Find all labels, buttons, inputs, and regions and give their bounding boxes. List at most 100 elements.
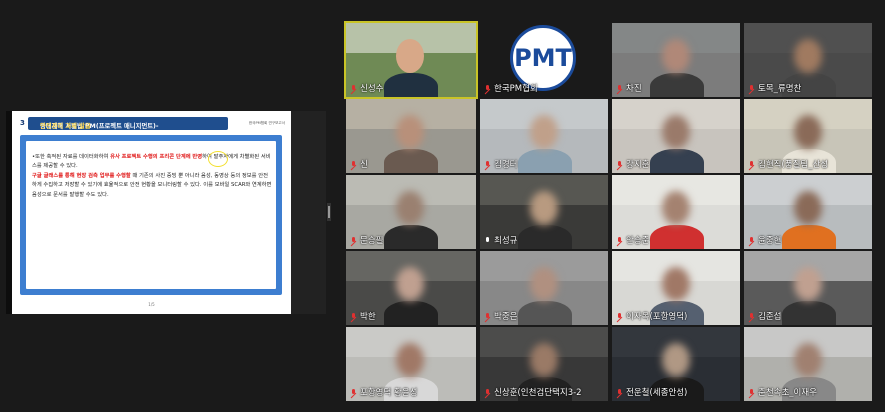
participant-name-text: 김현직(풍질팀_산성 <box>758 160 829 170</box>
participant-name-text: 안승준 <box>626 236 650 246</box>
participant-body <box>518 301 572 325</box>
mic-muted-icon <box>616 313 623 320</box>
participant-name: 박한 <box>350 310 376 322</box>
participant-tile[interactable]: 박한 <box>346 251 476 325</box>
participant-name: 춘천속초_이재우 <box>748 386 817 398</box>
participant-face <box>396 191 424 225</box>
mic-muted-icon <box>748 313 755 320</box>
mic-muted-icon <box>616 85 623 92</box>
mic-muted-icon <box>616 161 623 168</box>
participant-tile[interactable]: 신상훈(인천검단택지3-2 <box>480 327 608 401</box>
logo-text: PMT <box>514 44 572 72</box>
participant-tile[interactable]: 이자옥(포항영덕) <box>612 251 740 325</box>
mic-muted-icon <box>748 389 755 396</box>
split-view-handle[interactable] <box>327 203 331 221</box>
participant-name: 신 <box>350 158 368 170</box>
participant-tile[interactable]: 춘천속초_이재우 <box>744 327 872 401</box>
participant-tile[interactable]: 강지훈 <box>612 99 740 173</box>
participant-name-text: 이자옥(포항영덕) <box>626 312 688 322</box>
mic-muted-icon <box>616 389 623 396</box>
participant-face <box>396 115 424 149</box>
mic-muted-icon <box>350 313 357 320</box>
participant-name-text: 최성규 <box>494 236 518 246</box>
participant-face <box>662 267 690 301</box>
mic-muted-icon <box>484 389 491 396</box>
participant-body <box>384 225 438 249</box>
participant-name: 윤중현 <box>748 234 781 246</box>
mic-muted-icon <box>484 161 491 168</box>
participant-name: 안승준 <box>616 234 649 246</box>
participant-tile[interactable]: 토목_류명찬 <box>744 23 872 97</box>
slide-paragraph-1-red: 유사 프로젝트 수행의 프리콘 단계에 반영 <box>110 154 203 160</box>
mic-muted-icon <box>484 85 491 92</box>
participant-tile[interactable]: 포항영덕 황윤성 <box>346 327 476 401</box>
participant-tile[interactable]: 김준섭 <box>744 251 872 325</box>
participant-face <box>530 267 558 301</box>
slide-header: 3 중대재해 처벌법 PM(프로젝트 매니지먼트)- 안전관리 과제 발굴 한국P… <box>12 114 291 136</box>
mic-muted-icon <box>350 237 357 244</box>
slide-body-text: •또한 축적된 자료를 데이터화하여 유사 프로젝트 수행의 프리콘 단계에 반… <box>32 153 272 200</box>
participant-name-text: 포항영덕 황윤성 <box>360 388 418 398</box>
participant-face <box>396 39 424 73</box>
presentation-slide: 3 중대재해 처벌법 PM(프로젝트 매니지먼트)- 안전관리 과제 발굴 한국P… <box>12 111 291 314</box>
participant-name-text: 강지훈 <box>626 160 650 170</box>
participant-face <box>530 115 558 149</box>
mic-muted-icon <box>616 237 623 244</box>
participant-body <box>782 225 836 249</box>
mic-muted-icon <box>484 313 491 320</box>
participant-name: 차진 <box>616 82 642 94</box>
participant-tile[interactable]: 차진 <box>612 23 740 97</box>
participant-face <box>662 39 690 73</box>
participant-tile[interactable]: 최성규 <box>480 175 608 249</box>
participant-tile[interactable]: 박중은 <box>480 251 608 325</box>
participant-body <box>650 225 704 249</box>
shared-screen[interactable]: 3 중대재해 처벌법 PM(프로젝트 매니지먼트)- 안전관리 과제 발굴 한국P… <box>6 111 326 314</box>
participant-face <box>662 115 690 149</box>
slide-number: 3 <box>20 119 25 127</box>
participant-tile[interactable]: 윤중현 <box>744 175 872 249</box>
participant-name: 포항영덕 황윤성 <box>350 386 417 398</box>
slide-page-number: 1/5 <box>148 302 155 307</box>
slide-title: 중대재해 처벌법 PM(프로젝트 매니지먼트)- 안전관리 과제 발굴 <box>28 117 228 130</box>
participant-name: 이자옥(포항영덕) <box>616 310 687 322</box>
participant-body <box>518 225 572 249</box>
participant-name-text: 박중은 <box>494 312 518 322</box>
participant-name: 최성규 <box>484 234 517 246</box>
participant-name: 한국PM협회 <box>484 82 538 94</box>
participant-tile[interactable]: PMT 한국PM협회 <box>480 23 608 97</box>
participant-tile[interactable]: 신 <box>346 99 476 173</box>
participant-body <box>384 73 438 97</box>
slide-source: 한국PM협회 연구보고서 <box>248 121 285 125</box>
participant-name: 강지훈 <box>616 158 649 170</box>
participant-tile[interactable]: 전운철(세종안성) <box>612 327 740 401</box>
participant-name-text: 차진 <box>626 84 642 94</box>
participant-name-text: 전운철(세종안성) <box>626 388 688 398</box>
participant-name: 김현직(풍질팀_산성 <box>748 158 828 170</box>
participant-name-text: 한국PM협회 <box>494 84 538 94</box>
participant-face <box>794 267 822 301</box>
participant-tile[interactable]: 김경터 <box>480 99 608 173</box>
slide-paragraph-1-a: •또한 축적된 자료를 데이터화하여 <box>32 154 111 160</box>
participant-name: 김준섭 <box>748 310 781 322</box>
participant-name: 전운철(세종안성) <box>616 386 687 398</box>
participant-name-text: 춘천속초_이재우 <box>758 388 817 398</box>
video-conference-window: 3 중대재해 처벌법 PM(프로젝트 매니지먼트)- 안전관리 과제 발굴 한국P… <box>0 0 885 412</box>
participant-face <box>794 39 822 73</box>
mic-muted-icon <box>350 389 357 396</box>
participant-name: 신상훈(인천검단택지3-2 <box>484 386 582 398</box>
participant-tile[interactable]: 김현직(풍질팀_산성 <box>744 99 872 173</box>
mic-muted-icon <box>748 85 755 92</box>
mic-muted-icon <box>350 161 357 168</box>
participant-body <box>782 301 836 325</box>
participant-face <box>662 343 690 377</box>
participant-tile[interactable]: 안승준 <box>612 175 740 249</box>
participant-tile[interactable]: 문승필 <box>346 175 476 249</box>
participant-name: 문승필 <box>350 234 383 246</box>
participant-tile[interactable]: 신성수 <box>344 21 478 99</box>
annotation-circle <box>208 151 228 167</box>
participant-name-text: 김준섭 <box>758 312 782 322</box>
participant-name-text: 박한 <box>360 312 376 322</box>
slide-content: •또한 축적된 자료를 데이터화하여 유사 프로젝트 수행의 프리콘 단계에 반… <box>26 141 276 289</box>
slide-paragraph-2-red: 구글 글래스를 통해 현장 검측 업무를 수행할 <box>32 172 131 179</box>
participant-name-text: 윤중현 <box>758 236 782 246</box>
